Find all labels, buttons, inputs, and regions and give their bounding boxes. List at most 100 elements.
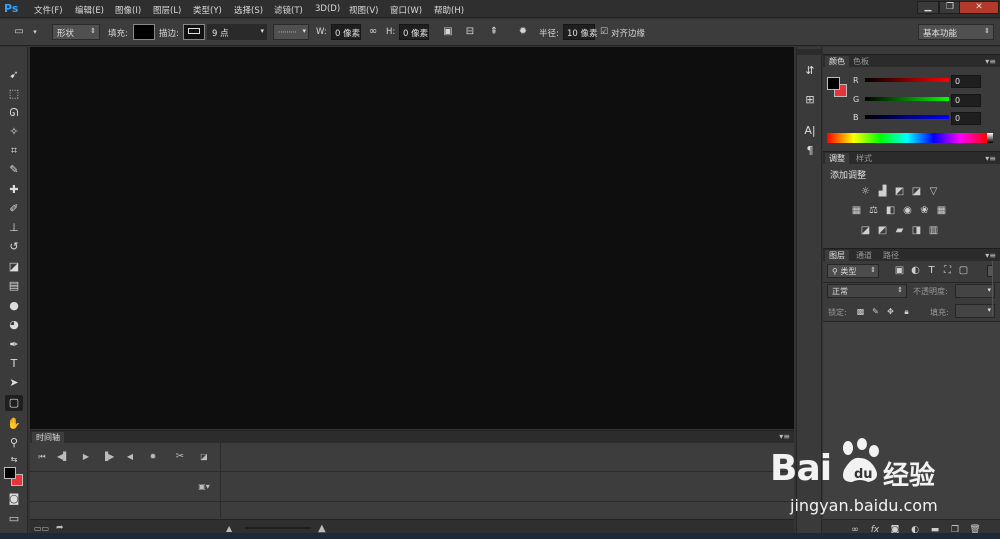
lasso-tool-icon[interactable]: ᘏ [5, 105, 23, 121]
type-tool-icon[interactable]: T [5, 356, 23, 372]
menu-filter[interactable]: 滤镜(T) [274, 4, 303, 16]
convert-frames-icon[interactable]: ▭▭ [34, 524, 49, 533]
photo-filter-icon[interactable]: ◉ [901, 205, 914, 217]
width-input[interactable]: 0 像素 [331, 24, 361, 40]
eraser-tool-icon[interactable]: ◪ [5, 259, 23, 275]
paragraph-panel-icon[interactable]: ¶ [802, 143, 818, 159]
tab-styles[interactable]: 样式 [852, 153, 876, 165]
path-alignment-icon[interactable]: ⊟ [463, 25, 477, 39]
panel-menu-icon[interactable]: ▾≡ [985, 154, 996, 163]
zoom-out-icon[interactable]: ▲ [226, 524, 232, 533]
settings-icon[interactable]: ✹ [147, 451, 159, 463]
scrollbar[interactable] [992, 261, 993, 316]
tab-layers[interactable]: 图层 [825, 250, 849, 262]
next-frame-icon[interactable]: ▐▶ [102, 451, 114, 463]
stroke-type-select[interactable]: ⋯⋯⋯ ▾ [273, 24, 309, 40]
dock-grip[interactable] [797, 49, 823, 55]
restore-button[interactable]: ❐ [939, 1, 961, 14]
eyedropper-tool-icon[interactable]: ✎ [5, 162, 23, 178]
move-tool-icon[interactable]: ➹ [5, 67, 23, 83]
pen-tool-icon[interactable]: ✒ [5, 337, 23, 353]
history-panel-icon[interactable]: ⇵ [802, 63, 818, 79]
foreground-color-swatch[interactable] [4, 467, 16, 479]
dodge-tool-icon[interactable]: ◕ [5, 317, 23, 333]
filter-adjustment-icon[interactable]: ◐ [909, 265, 922, 277]
rounded-rect-tool-preset-icon[interactable]: ▭ [12, 25, 26, 39]
lock-image-icon[interactable]: ✎ [869, 306, 882, 318]
panel-menu-icon[interactable]: ▾≡ [985, 251, 996, 260]
brightness-icon[interactable]: ☼ [859, 186, 872, 198]
magic-wand-tool-icon[interactable]: ✧ [5, 124, 23, 140]
height-input[interactable]: 0 像素 [399, 24, 429, 40]
color-spectrum-bar[interactable] [827, 133, 987, 143]
exposure-icon[interactable]: ◪ [910, 186, 923, 198]
filter-type-icon[interactable]: T [925, 265, 938, 277]
hue-saturation-icon[interactable]: ▦ [850, 205, 863, 217]
clone-stamp-tool-icon[interactable]: ⊥ [5, 220, 23, 236]
workspace-select[interactable]: 基本功能 ⇕ [918, 24, 994, 40]
crop-tool-icon[interactable]: ⌗ [5, 143, 23, 159]
radius-input[interactable]: 10 像素 [563, 24, 598, 40]
green-value-input[interactable]: 0 [951, 94, 981, 107]
menu-image[interactable]: 图像(I) [115, 4, 141, 16]
menu-3d[interactable]: 3D(D) [315, 4, 340, 16]
filter-shape-icon[interactable]: ⛶ [941, 265, 954, 277]
filter-smart-object-icon[interactable]: ▢ [957, 265, 970, 277]
blue-value-input[interactable]: 0 [951, 112, 981, 125]
menu-window[interactable]: 窗口(W) [390, 4, 422, 16]
stroke-swatch[interactable] [183, 24, 205, 40]
first-frame-icon[interactable]: ⏮ [36, 451, 48, 463]
play-icon[interactable]: ▶ [80, 451, 92, 463]
blue-slider[interactable] [865, 115, 949, 119]
history-brush-tool-icon[interactable]: ↺ [5, 239, 23, 255]
channel-mixer-icon[interactable]: ❀ [918, 205, 931, 217]
posterize-icon[interactable]: ◩ [876, 225, 889, 237]
menu-layer[interactable]: 图层(L) [153, 4, 181, 16]
threshold-icon[interactable]: ▰ [893, 225, 906, 237]
lock-transparent-icon[interactable]: ▩ [854, 306, 867, 318]
timeline-tab[interactable]: 时间轴 [32, 432, 64, 443]
hand-tool-icon[interactable]: ✋ [5, 416, 23, 432]
tab-swatches[interactable]: 色板 [849, 56, 873, 68]
filter-pixel-icon[interactable]: ▣ [893, 265, 906, 277]
curves-icon[interactable]: ◩ [893, 186, 906, 198]
color-balance-icon[interactable]: ⚖ [867, 205, 880, 217]
link-icon[interactable]: ∞ [366, 25, 380, 39]
zoom-slider[interactable] [245, 527, 311, 529]
tab-channels[interactable]: 通道 [852, 250, 876, 262]
quick-mask-icon[interactable]: ◙ [5, 491, 23, 507]
blend-mode-select[interactable]: 正常 ⇕ [827, 284, 907, 298]
gradient-tool-icon[interactable]: ▤ [5, 278, 23, 294]
gear-icon[interactable]: ✹ [516, 25, 530, 39]
opacity-input[interactable]: ▾ [955, 284, 995, 298]
zoom-tool-icon[interactable]: ⚲ [5, 435, 23, 451]
red-value-input[interactable]: 0 [951, 75, 981, 88]
layer-filter-kind-select[interactable]: ⚲ 类型 ⇕ [827, 264, 879, 278]
transition-icon[interactable]: ◪ [198, 451, 210, 463]
rounded-rectangle-tool-icon[interactable]: ▢ [5, 395, 23, 411]
tool-mode-select[interactable]: 形状 ⇕ [52, 24, 100, 40]
stroke-size-field[interactable]: 9 点 ▾ [207, 24, 267, 40]
character-panel-icon[interactable]: A| [802, 123, 818, 139]
red-slider[interactable] [865, 78, 949, 82]
brush-tool-icon[interactable]: ✐ [5, 201, 23, 217]
blur-tool-icon[interactable]: ● [5, 298, 23, 314]
path-selection-tool-icon[interactable]: ➤ [5, 375, 23, 391]
green-slider[interactable] [865, 97, 949, 101]
lock-all-icon[interactable]: 🔒︎ [900, 306, 913, 318]
film-track-icon[interactable]: ▣▾ [198, 481, 210, 493]
lock-position-icon[interactable]: ✥ [884, 306, 897, 318]
fg-color-swatch[interactable] [827, 77, 840, 90]
vibrance-icon[interactable]: ▽ [927, 186, 940, 198]
menu-edit[interactable]: 编辑(E) [75, 4, 104, 16]
fill-input[interactable]: ▾ [955, 304, 995, 318]
menu-select[interactable]: 选择(S) [234, 4, 263, 16]
path-operations-icon[interactable]: ▣ [441, 25, 455, 39]
tab-paths[interactable]: 路径 [879, 250, 903, 262]
fill-swatch[interactable] [133, 24, 155, 40]
checkbox-checked-icon[interactable]: ☑ [597, 25, 611, 39]
menu-help[interactable]: 帮助(H) [434, 4, 464, 16]
tab-color[interactable]: 颜色 [825, 56, 849, 68]
scissors-icon[interactable]: ✂ [174, 451, 186, 463]
black-white-icon[interactable]: ◧ [884, 205, 897, 217]
